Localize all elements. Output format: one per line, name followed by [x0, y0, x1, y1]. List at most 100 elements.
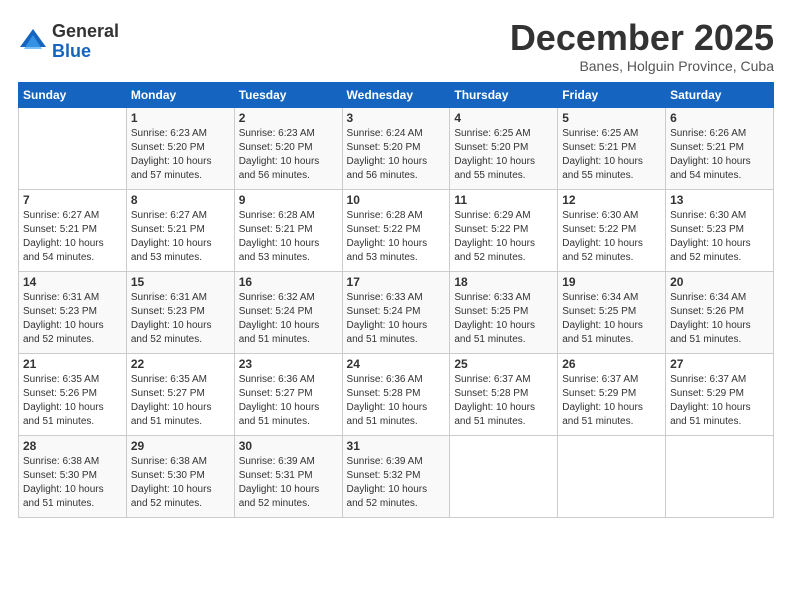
day-info: Sunrise: 6:25 AM Sunset: 5:20 PM Dayligh…: [454, 127, 553, 183]
table-row: 22 Sunrise: 6:35 AM Sunset: 5:27 PM Dayli…: [126, 353, 234, 435]
table-row: 3 Sunrise: 6:24 AM Sunset: 5:20 PM Daylig…: [342, 107, 450, 189]
day-info: Sunrise: 6:34 AM Sunset: 5:25 PM Dayligh…: [562, 291, 661, 347]
page: General Blue December 2025 Banes, Holgui…: [0, 0, 792, 612]
day-info: Sunrise: 6:39 AM Sunset: 5:31 PM Dayligh…: [239, 455, 338, 511]
day-number: 20: [670, 275, 769, 289]
day-number: 23: [239, 357, 338, 371]
table-row: 12 Sunrise: 6:30 AM Sunset: 5:22 PM Dayli…: [558, 189, 666, 271]
day-number: 9: [239, 193, 338, 207]
day-number: 2: [239, 111, 338, 125]
table-row: [450, 435, 558, 517]
day-number: 1: [131, 111, 230, 125]
day-number: 19: [562, 275, 661, 289]
day-info: Sunrise: 6:33 AM Sunset: 5:25 PM Dayligh…: [454, 291, 553, 347]
col-sunday: Sunday: [19, 82, 127, 107]
table-row: [666, 435, 774, 517]
table-row: 14 Sunrise: 6:31 AM Sunset: 5:23 PM Dayli…: [19, 271, 127, 353]
col-friday: Friday: [558, 82, 666, 107]
table-row: 29Sunrise: 6:38 AM Sunset: 5:30 PM Dayli…: [126, 435, 234, 517]
table-row: 24 Sunrise: 6:36 AM Sunset: 5:28 PM Dayli…: [342, 353, 450, 435]
table-row: 13 Sunrise: 6:30 AM Sunset: 5:23 PM Dayli…: [666, 189, 774, 271]
day-number: 16: [239, 275, 338, 289]
logo-icon: [18, 27, 48, 57]
col-wednesday: Wednesday: [342, 82, 450, 107]
day-info: Sunrise: 6:23 AM Sunset: 5:20 PM Dayligh…: [239, 127, 338, 183]
table-row: 18 Sunrise: 6:33 AM Sunset: 5:25 PM Dayli…: [450, 271, 558, 353]
day-info: Sunrise: 6:34 AM Sunset: 5:26 PM Dayligh…: [670, 291, 769, 347]
day-number: 8: [131, 193, 230, 207]
calendar-week-row: 1 Sunrise: 6:23 AM Sunset: 5:20 PM Daylig…: [19, 107, 774, 189]
calendar-week-row: 28 Sunrise: 6:38 AM Sunset: 5:30 PM Dayli…: [19, 435, 774, 517]
day-info: Sunrise: 6:38 AM Sunset: 5:30 PM Dayligh…: [131, 455, 230, 511]
table-row: [558, 435, 666, 517]
day-number: 31: [347, 439, 446, 453]
day-info: Sunrise: 6:27 AM Sunset: 5:21 PM Dayligh…: [131, 209, 230, 265]
day-number: 15: [131, 275, 230, 289]
table-row: 15 Sunrise: 6:31 AM Sunset: 5:23 PM Dayli…: [126, 271, 234, 353]
day-info: Sunrise: 6:37 AM Sunset: 5:29 PM Dayligh…: [562, 373, 661, 429]
day-number: 14: [23, 275, 122, 289]
title-block: December 2025 Banes, Holguin Province, C…: [510, 18, 774, 74]
day-number: 5: [562, 111, 661, 125]
day-info: Sunrise: 6:37 AM Sunset: 5:28 PM Dayligh…: [454, 373, 553, 429]
day-number: 18: [454, 275, 553, 289]
day-info: Sunrise: 6:36 AM Sunset: 5:27 PM Dayligh…: [239, 373, 338, 429]
day-info: Sunrise: 6:23 AM Sunset: 5:20 PM Dayligh…: [131, 127, 230, 183]
day-info: Sunrise: 6:31 AM Sunset: 5:23 PM Dayligh…: [23, 291, 122, 347]
day-number: 28: [23, 439, 122, 453]
day-number: 22: [131, 357, 230, 371]
day-info: Sunrise: 6:31 AM Sunset: 5:23 PM Dayligh…: [131, 291, 230, 347]
location: Banes, Holguin Province, Cuba: [510, 58, 774, 74]
table-row: [19, 107, 127, 189]
day-number: 13: [670, 193, 769, 207]
calendar-table: Sunday Monday Tuesday Wednesday Thursday…: [18, 82, 774, 518]
day-info: Sunrise: 6:30 AM Sunset: 5:23 PM Dayligh…: [670, 209, 769, 265]
day-info: Sunrise: 6:38 AM Sunset: 5:30 PM Dayligh…: [23, 455, 122, 511]
month-title: December 2025: [510, 18, 774, 58]
day-number: 7: [23, 193, 122, 207]
day-number: 17: [347, 275, 446, 289]
table-row: 25 Sunrise: 6:37 AM Sunset: 5:28 PM Dayli…: [450, 353, 558, 435]
day-info: Sunrise: 6:35 AM Sunset: 5:26 PM Dayligh…: [23, 373, 122, 429]
day-number: 12: [562, 193, 661, 207]
day-number: 10: [347, 193, 446, 207]
day-info: Sunrise: 6:36 AM Sunset: 5:28 PM Dayligh…: [347, 373, 446, 429]
table-row: 9 Sunrise: 6:28 AM Sunset: 5:21 PM Daylig…: [234, 189, 342, 271]
day-number: 24: [347, 357, 446, 371]
calendar-week-row: 21 Sunrise: 6:35 AM Sunset: 5:26 PM Dayli…: [19, 353, 774, 435]
day-number: 3: [347, 111, 446, 125]
col-monday: Monday: [126, 82, 234, 107]
day-info: Sunrise: 6:30 AM Sunset: 5:22 PM Dayligh…: [562, 209, 661, 265]
table-row: 4Sunrise: 6:25 AM Sunset: 5:20 PM Daylig…: [450, 107, 558, 189]
day-info: Sunrise: 6:24 AM Sunset: 5:20 PM Dayligh…: [347, 127, 446, 183]
calendar-header-row: Sunday Monday Tuesday Wednesday Thursday…: [19, 82, 774, 107]
table-row: 26 Sunrise: 6:37 AM Sunset: 5:29 PM Dayli…: [558, 353, 666, 435]
table-row: 20 Sunrise: 6:34 AM Sunset: 5:26 PM Dayli…: [666, 271, 774, 353]
logo-text: General Blue: [52, 22, 119, 62]
day-info: Sunrise: 6:35 AM Sunset: 5:27 PM Dayligh…: [131, 373, 230, 429]
day-number: 6: [670, 111, 769, 125]
table-row: 17Sunrise: 6:33 AM Sunset: 5:24 PM Dayli…: [342, 271, 450, 353]
table-row: 16Sunrise: 6:32 AM Sunset: 5:24 PM Dayli…: [234, 271, 342, 353]
table-row: 1 Sunrise: 6:23 AM Sunset: 5:20 PM Daylig…: [126, 107, 234, 189]
table-row: 27 Sunrise: 6:37 AM Sunset: 5:29 PM Dayli…: [666, 353, 774, 435]
day-info: Sunrise: 6:28 AM Sunset: 5:21 PM Dayligh…: [239, 209, 338, 265]
header: General Blue December 2025 Banes, Holgui…: [18, 18, 774, 74]
day-number: 27: [670, 357, 769, 371]
table-row: 6 Sunrise: 6:26 AM Sunset: 5:21 PM Daylig…: [666, 107, 774, 189]
day-number: 25: [454, 357, 553, 371]
day-info: Sunrise: 6:37 AM Sunset: 5:29 PM Dayligh…: [670, 373, 769, 429]
day-info: Sunrise: 6:25 AM Sunset: 5:21 PM Dayligh…: [562, 127, 661, 183]
table-row: 23 Sunrise: 6:36 AM Sunset: 5:27 PM Dayli…: [234, 353, 342, 435]
calendar-week-row: 14 Sunrise: 6:31 AM Sunset: 5:23 PM Dayli…: [19, 271, 774, 353]
day-info: Sunrise: 6:39 AM Sunset: 5:32 PM Dayligh…: [347, 455, 446, 511]
day-info: Sunrise: 6:29 AM Sunset: 5:22 PM Dayligh…: [454, 209, 553, 265]
calendar-week-row: 7 Sunrise: 6:27 AM Sunset: 5:21 PM Daylig…: [19, 189, 774, 271]
day-info: Sunrise: 6:26 AM Sunset: 5:21 PM Dayligh…: [670, 127, 769, 183]
day-number: 21: [23, 357, 122, 371]
day-number: 26: [562, 357, 661, 371]
day-info: Sunrise: 6:27 AM Sunset: 5:21 PM Dayligh…: [23, 209, 122, 265]
table-row: 30Sunrise: 6:39 AM Sunset: 5:31 PM Dayli…: [234, 435, 342, 517]
day-number: 11: [454, 193, 553, 207]
table-row: 7 Sunrise: 6:27 AM Sunset: 5:21 PM Daylig…: [19, 189, 127, 271]
